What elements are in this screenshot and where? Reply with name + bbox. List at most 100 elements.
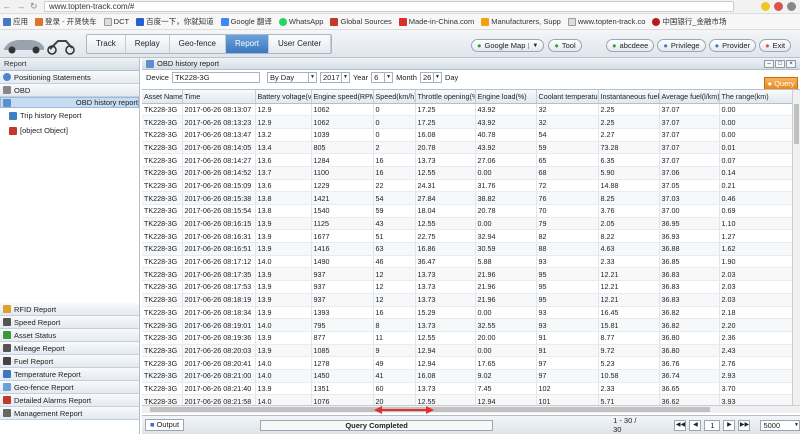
table-row[interactable]: TK228-3G 2017-06-26 08:16:31 13.9 1677 51 22.… <box>142 229 797 244</box>
maximize-icon[interactable]: □ <box>775 59 785 68</box>
tab-geo-fence[interactable]: Geo-fence <box>170 35 226 53</box>
bookmark-google-translate[interactable]: Google 翻译 <box>220 16 272 27</box>
sidebar-item-alarms[interactable]: Detailed Alarms Report <box>0 394 139 407</box>
horizontal-scrollbar[interactable] <box>142 405 800 413</box>
page-size-select[interactable]: 5000 ▼ <box>760 419 800 431</box>
tab-report[interactable]: Report <box>225 35 269 53</box>
table-row[interactable]: TK228-3G 2017-06-26 08:20:03 13.9 1085 9 12.9… <box>142 344 797 358</box>
map-select[interactable]: ● Google Map ▼ <box>471 39 545 52</box>
bookmark-boc[interactable]: 中国银行_金融市场 <box>652 16 727 27</box>
sidebar-item-mileage[interactable]: Mileage Report <box>0 342 139 355</box>
sidebar-sub-object[interactable]: [object Object] <box>0 123 139 138</box>
sidebar-sub-obd-history[interactable]: OBD history report <box>0 97 139 108</box>
table-row[interactable]: TK228-3G 2017-06-26 08:19:01 14.0 795 8 13.73… <box>142 318 797 332</box>
bookmark-dct[interactable]: DCT <box>103 17 129 26</box>
bookmark-topten[interactable]: www.topten-track.co <box>567 17 645 26</box>
column-header[interactable]: Coolant temperature <box>536 90 599 104</box>
sidebar-sub-trip-history[interactable]: Trip history Report <box>0 108 139 123</box>
column-header[interactable]: The range(km) <box>719 90 797 104</box>
table-row[interactable]: TK228-3G 2017-06-26 08:15:38 13.8 1421 54 27.… <box>142 191 797 205</box>
table-row[interactable]: TK228-3G 2017-06-26 08:17:12 14.0 1490 46 36.… <box>142 255 797 269</box>
table-row[interactable]: TK228-3G 2017-06-26 08:18:34 13.9 1393 16 15.… <box>142 306 797 320</box>
table-row[interactable]: TK228-3G 2017-06-26 08:18:19 13.9 937 12 13.7… <box>142 293 797 307</box>
table-row[interactable]: TK228-3G 2017-06-26 08:19:36 13.9 877 11 12.5… <box>142 331 797 345</box>
provider-button[interactable]: ● Provider <box>708 39 757 52</box>
next-page-icon[interactable]: ▶ <box>723 419 736 431</box>
forward-icon[interactable]: → <box>16 1 25 12</box>
page-icon <box>567 17 576 26</box>
column-header[interactable]: Throttle opening(%) <box>415 90 476 104</box>
url-field[interactable]: www.topten-track.com/# <box>44 1 734 12</box>
user-button[interactable]: ● abcdeee <box>606 39 655 52</box>
table-cell: 102 <box>536 382 599 396</box>
column-header[interactable]: Time <box>182 90 256 104</box>
exit-button[interactable]: ● Exit <box>759 39 792 52</box>
table-row[interactable]: TK228-3G 2017-06-26 08:13:07 12.9 1062 0 17.2… <box>142 103 797 117</box>
table-row[interactable]: TK228-3G 2017-06-26 08:16:15 13.9 1125 43 12.… <box>142 217 797 231</box>
table-cell: 24.31 <box>415 179 476 193</box>
column-header[interactable]: Battery voltage(v) <box>255 90 312 104</box>
device-input[interactable]: TK228-3G <box>171 72 260 83</box>
sidebar-item-obd[interactable]: OBD <box>0 84 139 97</box>
sidebar-item-speed[interactable]: Speed Report <box>0 316 139 329</box>
scroll-thumb[interactable] <box>794 104 799 144</box>
first-page-icon[interactable]: ◀◀ <box>674 419 687 431</box>
sidebar-item-temperature[interactable]: Temperature Report <box>0 368 139 381</box>
sidebar-item-management[interactable]: Management Report <box>0 407 139 420</box>
output-button[interactable]: ■ Output <box>145 419 185 431</box>
sidebar-item-geo-fence[interactable]: Geo-fence Report <box>0 381 139 394</box>
tab-user-center[interactable]: User Center <box>269 35 332 53</box>
table-row[interactable]: TK228-3G 2017-06-26 08:17:35 13.9 937 12 13.7… <box>142 267 797 282</box>
sidebar-item-rfid[interactable]: RFID Report <box>0 303 139 316</box>
table-row[interactable]: TK228-3G 2017-06-26 08:15:54 13.8 1540 59 18.… <box>142 204 797 218</box>
privilege-button[interactable]: ● Privilege <box>657 39 706 52</box>
vertical-scrollbar[interactable] <box>792 90 800 405</box>
sidebar-item-positioning[interactable]: Positioning Statements <box>0 71 139 84</box>
tab-track[interactable]: Track <box>87 35 126 53</box>
page-number-input[interactable]: 1 <box>704 419 721 431</box>
bookmark-login[interactable]: 登录 - 开贤快车 <box>35 16 97 27</box>
close-icon[interactable]: × <box>786 59 796 68</box>
table-row[interactable]: TK228-3G 2017-06-26 08:20:41 14.0 1278 49 12.… <box>142 356 797 370</box>
table-row[interactable]: TK228-3G 2017-06-26 08:13:23 12.9 1062 0 17.2… <box>142 115 797 129</box>
table-row[interactable]: TK228-3G 2017-06-26 08:13:47 13.2 1039 0 16.0… <box>142 128 797 142</box>
bookmark-baidu[interactable]: 百度一下，你就知道 <box>136 16 214 27</box>
sidebar-item-asset-status[interactable]: Asset Status <box>0 329 139 342</box>
menu-icon[interactable] <box>787 2 796 11</box>
bookmark-global-sources[interactable]: Global Sources <box>330 17 392 26</box>
table-row[interactable]: TK228-3G 2017-06-26 08:17:53 13.9 937 12 13.7… <box>142 280 797 294</box>
minimize-icon[interactable]: – <box>764 59 774 68</box>
star-icon[interactable] <box>761 2 770 11</box>
column-header[interactable]: Instantaneous fuel <box>598 90 660 104</box>
bookmark-whatsapp[interactable]: WhatsApp <box>278 17 323 26</box>
tool-button[interactable]: ● Tool <box>548 39 582 52</box>
column-header[interactable]: Asset Name <box>142 90 183 104</box>
table-row[interactable]: TK228-3G 2017-06-26 08:14:52 13.7 1100 16 12.… <box>142 166 797 180</box>
last-page-icon[interactable]: ▶▶ <box>738 419 751 431</box>
table-row[interactable]: TK228-3G 2017-06-26 08:14:05 13.4 805 2 20.78… <box>142 141 797 155</box>
table-row[interactable]: TK228-3G 2017-06-26 08:16:51 13.9 1416 63 16.… <box>142 242 797 256</box>
month-select[interactable]: 6 ▼ <box>371 72 394 83</box>
column-header[interactable]: Speed(km/h) <box>373 90 416 104</box>
column-header[interactable]: Average fuel(l/km) <box>659 90 720 104</box>
table-cell: 1351 <box>311 382 374 396</box>
back-icon[interactable]: ← <box>2 1 11 12</box>
extension-icon[interactable] <box>774 2 783 11</box>
bookmark-made-in-china[interactable]: Made-in-China.com <box>398 17 474 26</box>
tab-replay[interactable]: Replay <box>126 35 170 53</box>
column-header[interactable]: Engine load(%) <box>475 90 537 104</box>
table-row[interactable]: TK228-3G 2017-06-26 08:15:09 13.6 1229 22 24.… <box>142 179 797 193</box>
year-select[interactable]: 2017 ▼ <box>319 72 350 83</box>
table-row[interactable]: TK228-3G 2017-06-26 08:21:00 14.0 1450 41 16.… <box>142 369 797 383</box>
table-row[interactable]: TK228-3G 2017-06-26 08:21:40 13.9 1351 60 13.… <box>142 382 797 396</box>
reload-icon[interactable]: ↻ <box>30 1 38 12</box>
table-row[interactable]: TK228-3G 2017-06-26 08:21:58 14.0 1076 20 12.… <box>142 394 797 405</box>
day-select[interactable]: 26 ▼ <box>419 72 442 83</box>
sidebar-item-fuel[interactable]: Fuel Report <box>0 355 139 368</box>
period-select[interactable]: By Day ▼ <box>266 72 317 83</box>
bookmark-apps[interactable]: 应用 <box>3 16 28 27</box>
column-header[interactable]: Engine speed(RPM) <box>311 90 374 104</box>
prev-page-icon[interactable]: ◀ <box>689 419 702 431</box>
bookmark-manufacturers[interactable]: Manufacturers, Supp <box>481 17 561 26</box>
table-row[interactable]: TK228-3G 2017-06-26 08:14:27 13.6 1284 16 13.… <box>142 153 797 167</box>
